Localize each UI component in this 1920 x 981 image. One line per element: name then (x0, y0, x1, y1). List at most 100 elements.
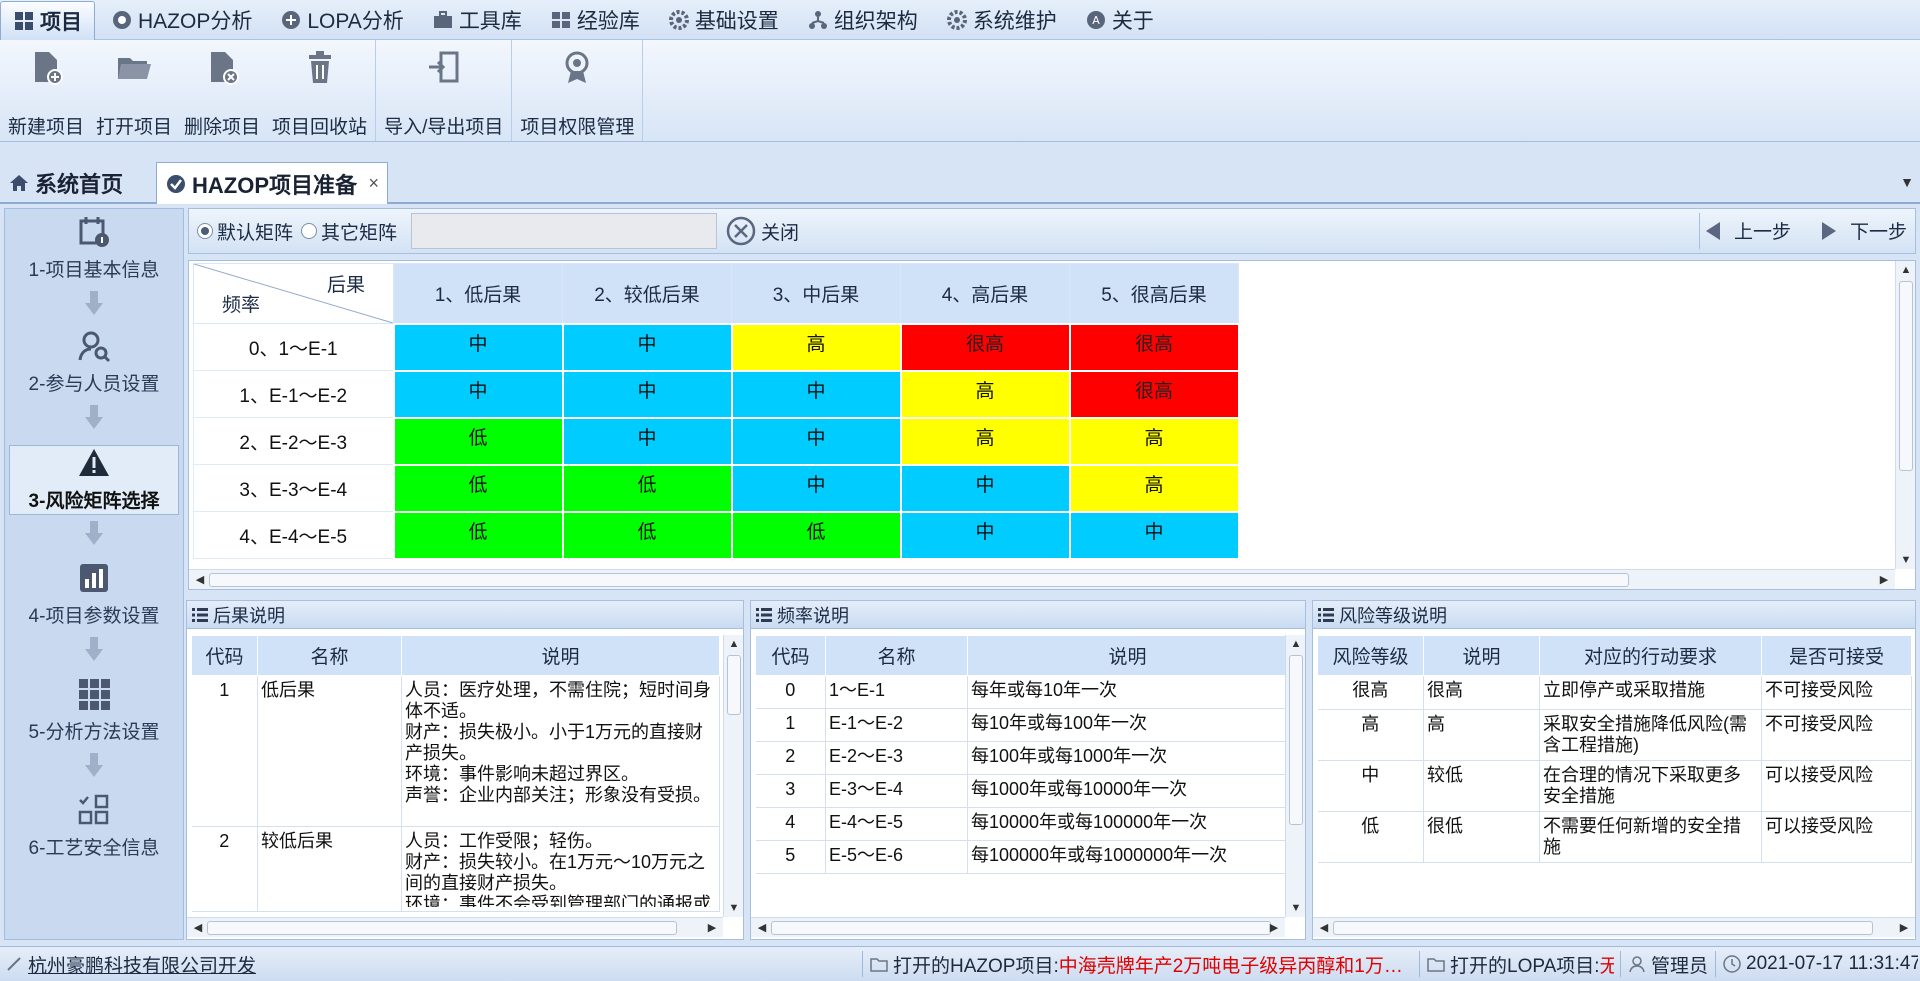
close-button[interactable]: 关闭 (725, 215, 799, 247)
matrix-cell[interactable]: 中 (561, 369, 733, 419)
menu-toolbox[interactable]: 工具库 (420, 2, 534, 38)
matrix-cell[interactable]: 低 (392, 510, 564, 560)
matrix-cell[interactable]: 中 (899, 510, 1071, 560)
table-row[interactable]: 3 E-3～E-4 每1000年或每10000年一次 (755, 774, 1288, 808)
table-row[interactable]: 0 1～E-1 每年或每10年一次 (755, 675, 1288, 709)
matrix-cell[interactable]: 中 (392, 322, 564, 372)
scroll-left-icon[interactable]: ◀ (191, 570, 209, 590)
step-basic-info[interactable]: 1-项目基本信息 (5, 215, 183, 287)
matrix-cell[interactable]: 高 (1068, 463, 1240, 513)
table-row[interactable]: 中较低 在合理的情况下采取更多安全措施 可以接受风险 (1317, 760, 1912, 812)
menu-about[interactable]: A 关于 (1073, 2, 1166, 38)
scroll-thumb[interactable] (727, 655, 741, 715)
scroll-thumb[interactable] (1289, 655, 1303, 825)
scroll-up-icon[interactable]: ▲ (1286, 635, 1305, 653)
table-row[interactable]: 2 较低后果 人员：工作受限；轻伤。 财产：损失较小。在1万元～10万元之间的直… (191, 826, 720, 912)
scroll-down-icon[interactable]: ▼ (1896, 551, 1916, 569)
matrix-cell[interactable]: 高 (899, 369, 1071, 419)
menu-basic-settings[interactable]: 基础设置 (656, 2, 791, 38)
matrix-cell[interactable]: 中 (392, 369, 564, 419)
table-row[interactable]: 5 E-5～E-6 每100000年或每1000000年一次 (755, 840, 1288, 874)
matrix-cell[interactable]: 低 (392, 416, 564, 466)
menu-org[interactable]: 组织架构 (795, 2, 930, 38)
next-step-button[interactable]: 下一步 (1818, 217, 1907, 244)
delete-project-button[interactable]: 删除项目 (178, 40, 266, 141)
scroll-right-icon[interactable]: ▶ (1895, 918, 1913, 938)
consequence-horizontal-scrollbar[interactable]: ◀ ▶ (187, 917, 723, 937)
scroll-left-icon[interactable]: ◀ (1315, 918, 1333, 938)
scroll-right-icon[interactable]: ▶ (1265, 918, 1283, 938)
table-row[interactable]: 高高采取安全措施降低风险(需含工程措施) 不可接受风险 (1317, 709, 1912, 761)
step-participants[interactable]: 2-参与人员设置 (5, 329, 183, 401)
tab-hazop-prepare[interactable]: HAZOP项目准备 × (156, 162, 388, 204)
table-row[interactable]: 很高 很高 立即停产或采取措施 不可接受风险 (1317, 675, 1912, 710)
scroll-right-icon[interactable]: ▶ (1875, 570, 1893, 590)
scroll-thumb[interactable] (771, 921, 1271, 935)
table-row[interactable]: 低很低 不需要任何新增的安全措施 可以接受风险 (1317, 811, 1912, 863)
scroll-thumb[interactable] (1333, 921, 1873, 935)
tab-home[interactable]: 系统首页 (0, 162, 152, 204)
scroll-thumb[interactable] (209, 573, 1629, 587)
recycle-bin-button[interactable]: 项目回收站 (266, 40, 373, 141)
step-risk-matrix[interactable]: 3-风险矩阵选择 (9, 445, 179, 515)
scroll-left-icon[interactable]: ◀ (189, 918, 207, 938)
matrix-cell[interactable]: 中 (899, 463, 1071, 513)
matrix-select-input[interactable] (411, 213, 718, 249)
matrix-cell[interactable]: 中 (1068, 510, 1240, 560)
scroll-thumb[interactable] (1899, 281, 1913, 471)
menu-hazop[interactable]: HAZOP分析 (99, 2, 264, 38)
status-hazop[interactable]: 打开的HAZOP项目: 中海壳牌年产2万吨电子级异丙醇和1万吨m... (865, 947, 1417, 981)
menu-library[interactable]: 经验库 (538, 2, 652, 38)
matrix-vertical-scrollbar[interactable]: ▲ ▼ (1895, 261, 1915, 569)
prev-step-button[interactable]: 上一步 (1702, 217, 1791, 244)
step-project-params[interactable]: 4-项目参数设置 (5, 561, 183, 633)
tab-close-button[interactable]: × (368, 173, 379, 194)
menu-system[interactable]: 系统维护 (934, 2, 1069, 38)
step-analysis-method[interactable]: 5-分析方法设置 (5, 677, 183, 749)
matrix-horizontal-scrollbar[interactable]: ◀ ▶ (189, 569, 1895, 589)
matrix-cell[interactable]: 低 (561, 510, 733, 560)
matrix-cell[interactable]: 中 (561, 322, 733, 372)
matrix-cell[interactable]: 高 (1068, 416, 1240, 466)
table-row[interactable]: 2 E-2～E-3 每100年或每1000年一次 (755, 741, 1288, 775)
step-process-safety[interactable]: 6-工艺安全信息 (5, 793, 183, 865)
matrix-cell[interactable]: 高 (899, 416, 1071, 466)
import-export-button[interactable]: 导入/导出项目 (378, 40, 509, 141)
table-row[interactable]: 4 E-4～E-5 每10000年或每100000年一次 (755, 807, 1288, 841)
scroll-left-icon[interactable]: ◀ (753, 918, 771, 938)
frequency-horizontal-scrollbar[interactable]: ◀ ▶ (751, 917, 1285, 937)
risk-level-horizontal-scrollbar[interactable]: ◀ ▶ (1313, 917, 1915, 937)
scroll-up-icon[interactable]: ▲ (1896, 261, 1916, 279)
tab-list-dropdown-icon[interactable]: ▼ (1900, 174, 1914, 190)
project-permission-button[interactable]: 项目权限管理 (514, 40, 640, 141)
risk-level-body: 很高 很高 立即停产或采取措施 不可接受风险高高采取安全措施降低风险(需含工程措施) 不… (1317, 675, 1912, 863)
scroll-thumb[interactable] (207, 921, 677, 935)
matrix-cell[interactable]: 中 (730, 416, 902, 466)
matrix-cell[interactable]: 中 (730, 369, 902, 419)
open-project-button[interactable]: 打开项目 (90, 40, 178, 141)
other-matrix-radio[interactable]: 其它矩阵 (301, 218, 397, 245)
frequency-label: 0、1～E-1 (193, 323, 394, 371)
consequence-vertical-scrollbar[interactable]: ▲ ▼ (723, 635, 743, 917)
matrix-cell[interactable]: 高 (730, 322, 902, 372)
matrix-cell[interactable]: 低 (730, 510, 902, 560)
default-matrix-radio[interactable]: 默认矩阵 (197, 218, 293, 245)
scroll-down-icon[interactable]: ▼ (1286, 899, 1305, 917)
matrix-cell[interactable]: 中 (561, 416, 733, 466)
new-project-button[interactable]: 新建项目 (2, 40, 90, 141)
matrix-cell[interactable]: 很高 (899, 322, 1071, 372)
scroll-up-icon[interactable]: ▲ (724, 635, 743, 653)
matrix-cell[interactable]: 低 (561, 463, 733, 513)
scroll-down-icon[interactable]: ▼ (724, 899, 743, 917)
frequency-vertical-scrollbar[interactable]: ▲ ▼ (1285, 635, 1305, 917)
matrix-cell[interactable]: 低 (392, 463, 564, 513)
status-lopa[interactable]: 打开的LOPA项目: 无 (1422, 947, 1618, 981)
menu-project[interactable]: 项目 (0, 0, 95, 41)
menu-lopa[interactable]: LOPA分析 (268, 2, 415, 38)
matrix-cell[interactable]: 很高 (1068, 322, 1240, 372)
matrix-cell[interactable]: 中 (730, 463, 902, 513)
matrix-cell[interactable]: 很高 (1068, 369, 1240, 419)
table-row[interactable]: 1 E-1～E-2 每10年或每100年一次 (755, 708, 1288, 742)
table-row[interactable]: 1 低后果 人员：医疗处理，不需住院；短时间身体不适。 财产：损失极小。小于1万… (191, 675, 720, 827)
scroll-right-icon[interactable]: ▶ (703, 918, 721, 938)
